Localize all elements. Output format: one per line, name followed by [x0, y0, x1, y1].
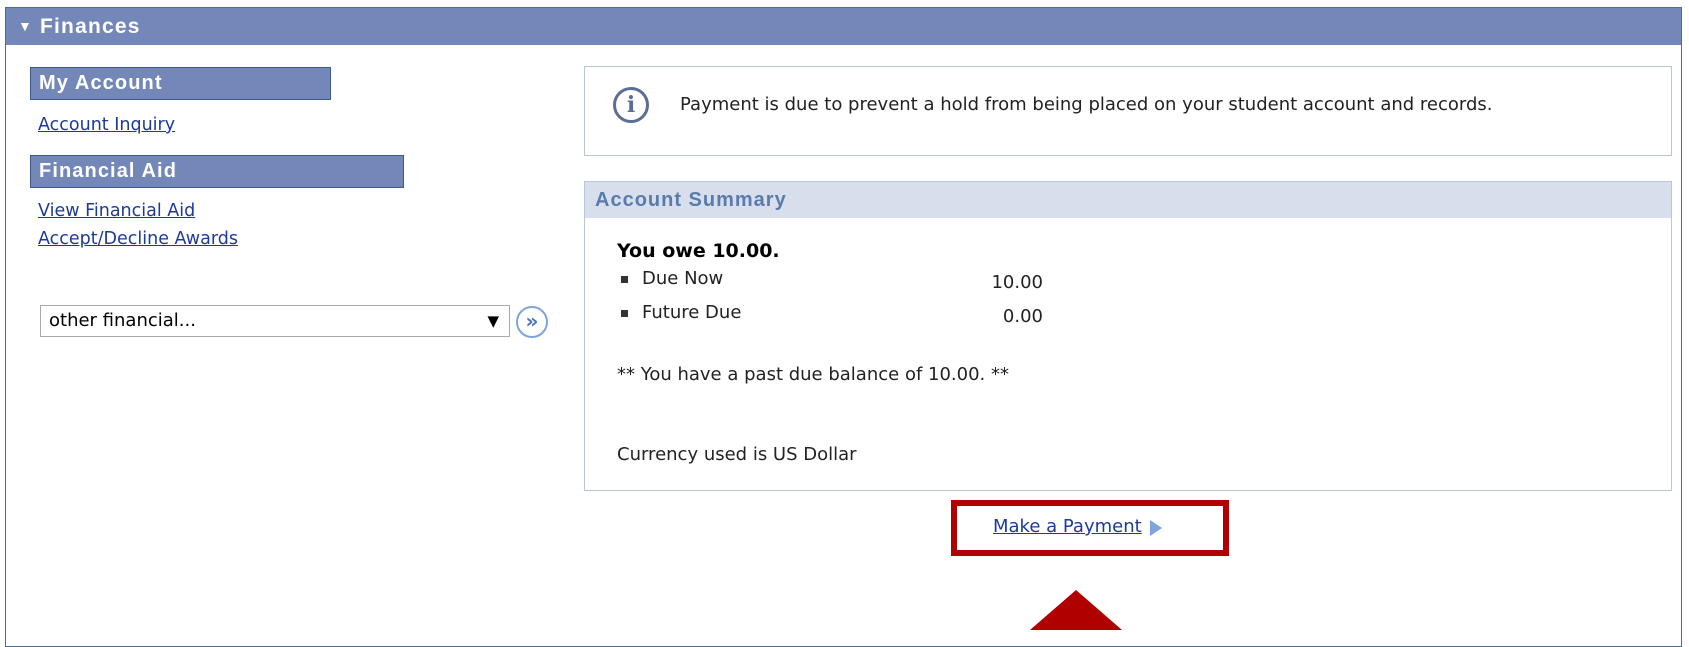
header-title: Finances [40, 15, 141, 38]
bullet-icon [621, 275, 628, 283]
go-button[interactable]: » [516, 306, 548, 338]
future-due-label: Future Due [642, 302, 742, 323]
account-inquiry-link[interactable]: Account Inquiry [38, 115, 175, 135]
account-summary: Account Summary You owe 10.00. Due Now 1… [584, 181, 1672, 491]
make-payment-highlight: Make a Payment [951, 500, 1229, 556]
view-financial-aid-link[interactable]: View Financial Aid [38, 201, 195, 221]
list-item: Due Now [621, 268, 723, 289]
past-due-message: ** You have a past due balance of 10.00.… [617, 364, 1009, 385]
double-chevron-right-icon: » [525, 309, 539, 333]
owe-amount: You owe 10.00. [617, 240, 780, 262]
due-now-label: Due Now [642, 268, 724, 289]
financial-aid-section-title: Financial Aid [30, 155, 404, 188]
triangle-right-icon[interactable] [1150, 520, 1162, 536]
due-now-amount: 10.00 [991, 272, 1043, 293]
select-value: other financial... [49, 310, 196, 331]
accept-decline-awards-link[interactable]: Accept/Decline Awards [38, 229, 238, 249]
make-payment-link[interactable]: Make a Payment [993, 516, 1142, 537]
account-summary-title: Account Summary [585, 182, 1671, 218]
payment-notice: i Payment is due to prevent a hold from … [584, 66, 1672, 156]
future-due-amount: 0.00 [1002, 306, 1043, 327]
info-icon: i [613, 87, 649, 123]
finances-header[interactable]: ▼ Finances [6, 8, 1681, 45]
triangle-down-icon[interactable]: ▼ [18, 8, 33, 45]
notice-text: Payment is due to prevent a hold from be… [680, 94, 1493, 115]
other-financial-select[interactable]: other financial... ▼ [40, 305, 510, 337]
chevron-down-icon[interactable]: ▼ [487, 306, 499, 336]
bullet-icon [621, 309, 628, 317]
arrow-up-icon [1030, 590, 1122, 630]
finances-panel: ▼ Finances My Account Account Inquiry Fi… [5, 7, 1682, 647]
list-item: Future Due [621, 302, 741, 323]
currency-note: Currency used is US Dollar [617, 444, 857, 465]
my-account-section-title: My Account [30, 67, 331, 100]
